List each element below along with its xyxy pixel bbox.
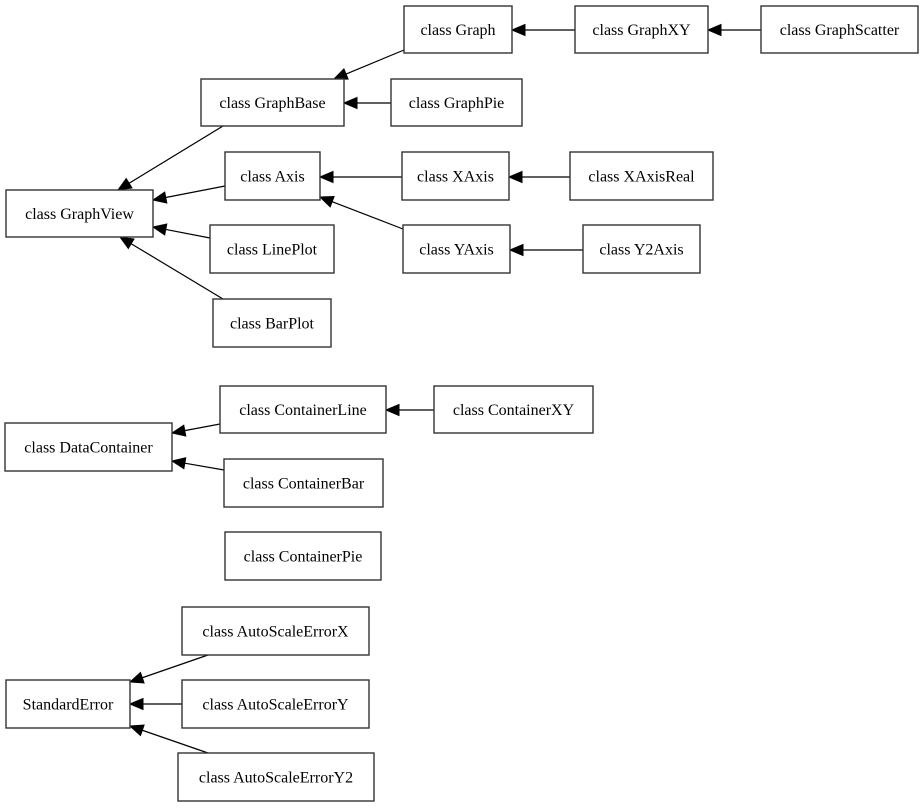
node-graphscatter[interactable]: class GraphScatter	[760, 5, 919, 54]
node-standarderror[interactable]: StandardError	[5, 679, 131, 729]
arrowhead-icon	[151, 191, 168, 204]
edge-containerline-to-datacontainer	[170, 423, 221, 437]
edge-line	[165, 228, 211, 239]
edge-xaxisreal-to-xaxis	[507, 170, 570, 184]
node-containerline[interactable]: class ContainerLine	[219, 385, 387, 434]
edge-containerxy-to-containerline	[384, 403, 434, 417]
edge-graphbase-to-graphview	[116, 125, 224, 191]
node-label: class GraphBase	[219, 95, 325, 112]
node-graphbase[interactable]: class GraphBase	[200, 78, 345, 127]
node-label: class XAxisReal	[588, 169, 695, 186]
edge-lineplot-to-graphview	[151, 223, 211, 239]
arrowhead-icon	[332, 68, 349, 80]
node-label: class XAxis	[417, 169, 494, 186]
arrowhead-icon	[116, 177, 133, 191]
edge-xaxis-to-axis	[318, 170, 402, 184]
node-label: class Axis	[240, 169, 304, 186]
arrowhead-icon	[151, 223, 168, 236]
edge-line	[142, 729, 209, 754]
arrowhead-icon	[318, 170, 334, 184]
node-autoscaleerrorx[interactable]: class AutoScaleErrorX	[181, 606, 370, 656]
node-datacontainer[interactable]: class DataContainer	[4, 422, 173, 472]
node-label: class LinePlot	[227, 242, 318, 259]
edge-graph-to-graphbase	[332, 49, 405, 80]
node-autoscaleerrory2[interactable]: class AutoScaleErrorY2	[177, 752, 375, 802]
edge-line	[130, 243, 224, 300]
node-containerpie[interactable]: class ContainerPie	[224, 531, 382, 581]
edge-y2axis-to-yaxis	[508, 243, 583, 257]
node-label: class ContainerLine	[239, 402, 367, 419]
node-graph[interactable]: class Graph	[403, 5, 513, 54]
arrowhead-icon	[384, 403, 400, 417]
arrowhead-icon	[128, 697, 144, 711]
arrowhead-icon	[118, 236, 135, 250]
node-label: StandardError	[23, 697, 114, 714]
edge-axis-to-graphview	[151, 185, 226, 204]
edge-graphscatter-to-graphxy	[706, 23, 761, 37]
edge-line	[345, 49, 405, 75]
node-label: class DataContainer	[24, 440, 153, 457]
arrowhead-icon	[170, 457, 187, 470]
arrowhead-icon	[507, 170, 523, 184]
node-graphview[interactable]: class GraphView	[5, 189, 154, 238]
edge-containerbar-to-datacontainer	[170, 457, 225, 471]
node-label: class ContainerPie	[244, 549, 363, 566]
node-xaxis[interactable]: class XAxis	[401, 151, 510, 201]
node-graphxy[interactable]: class GraphXY	[574, 5, 709, 54]
node-lineplot[interactable]: class LinePlot	[209, 224, 335, 274]
node-label: class BarPlot	[230, 316, 315, 333]
node-graphpie[interactable]: class GraphPie	[390, 78, 523, 127]
node-label: class GraphPie	[409, 95, 505, 112]
node-label: class GraphScatter	[780, 22, 900, 39]
node-label: class GraphView	[25, 206, 134, 223]
edge-autoscaleerrory2-to-standarderror	[128, 724, 209, 754]
arrowhead-icon	[342, 96, 358, 110]
arrowhead-icon	[508, 243, 524, 257]
node-label: class YAxis	[419, 242, 494, 259]
arrowhead-icon	[318, 196, 335, 208]
edge-line	[331, 201, 404, 230]
edge-autoscaleerrory-to-standarderror	[128, 697, 182, 711]
node-label: class AutoScaleErrorY2	[199, 770, 353, 787]
edge-line	[165, 185, 226, 199]
edge-line	[128, 125, 224, 184]
node-containerxy[interactable]: class ContainerXY	[433, 385, 594, 434]
node-label: class Graph	[420, 22, 495, 39]
edge-line	[142, 654, 209, 679]
arrowhead-icon	[128, 671, 145, 684]
edge-barplot-to-graphview	[118, 236, 224, 300]
arrowhead-icon	[170, 424, 187, 437]
node-label: class AutoScaleErrorY	[202, 697, 349, 714]
node-containerbar[interactable]: class ContainerBar	[223, 458, 384, 508]
edge-line	[184, 423, 221, 432]
arrowhead-icon	[510, 23, 526, 37]
node-barplot[interactable]: class BarPlot	[212, 298, 332, 348]
inheritance-diagram: class Graph class GraphXY class GraphScatt…	[4, 5, 919, 802]
node-label: class ContainerXY	[453, 402, 575, 419]
node-xaxisreal[interactable]: class XAxisReal	[569, 151, 714, 201]
node-y2axis[interactable]: class Y2Axis	[582, 224, 701, 274]
arrowhead-icon	[128, 724, 145, 737]
edge-line	[184, 462, 225, 471]
node-axis[interactable]: class Axis	[224, 151, 321, 201]
node-label: class ContainerBar	[243, 476, 365, 493]
edge-graphxy-to-graph	[510, 23, 575, 37]
node-autoscaleerrory[interactable]: class AutoScaleErrorY	[181, 679, 370, 729]
node-label: class GraphXY	[592, 22, 691, 39]
edge-yaxis-to-axis	[318, 196, 404, 230]
node-label: class Y2Axis	[599, 242, 683, 259]
node-label: class AutoScaleErrorX	[202, 624, 349, 641]
arrowhead-icon	[706, 23, 722, 37]
edge-autoscaleerrorx-to-standarderror	[128, 654, 209, 684]
node-yaxis[interactable]: class YAxis	[402, 224, 511, 274]
edge-graphpie-to-graphbase	[342, 96, 391, 110]
